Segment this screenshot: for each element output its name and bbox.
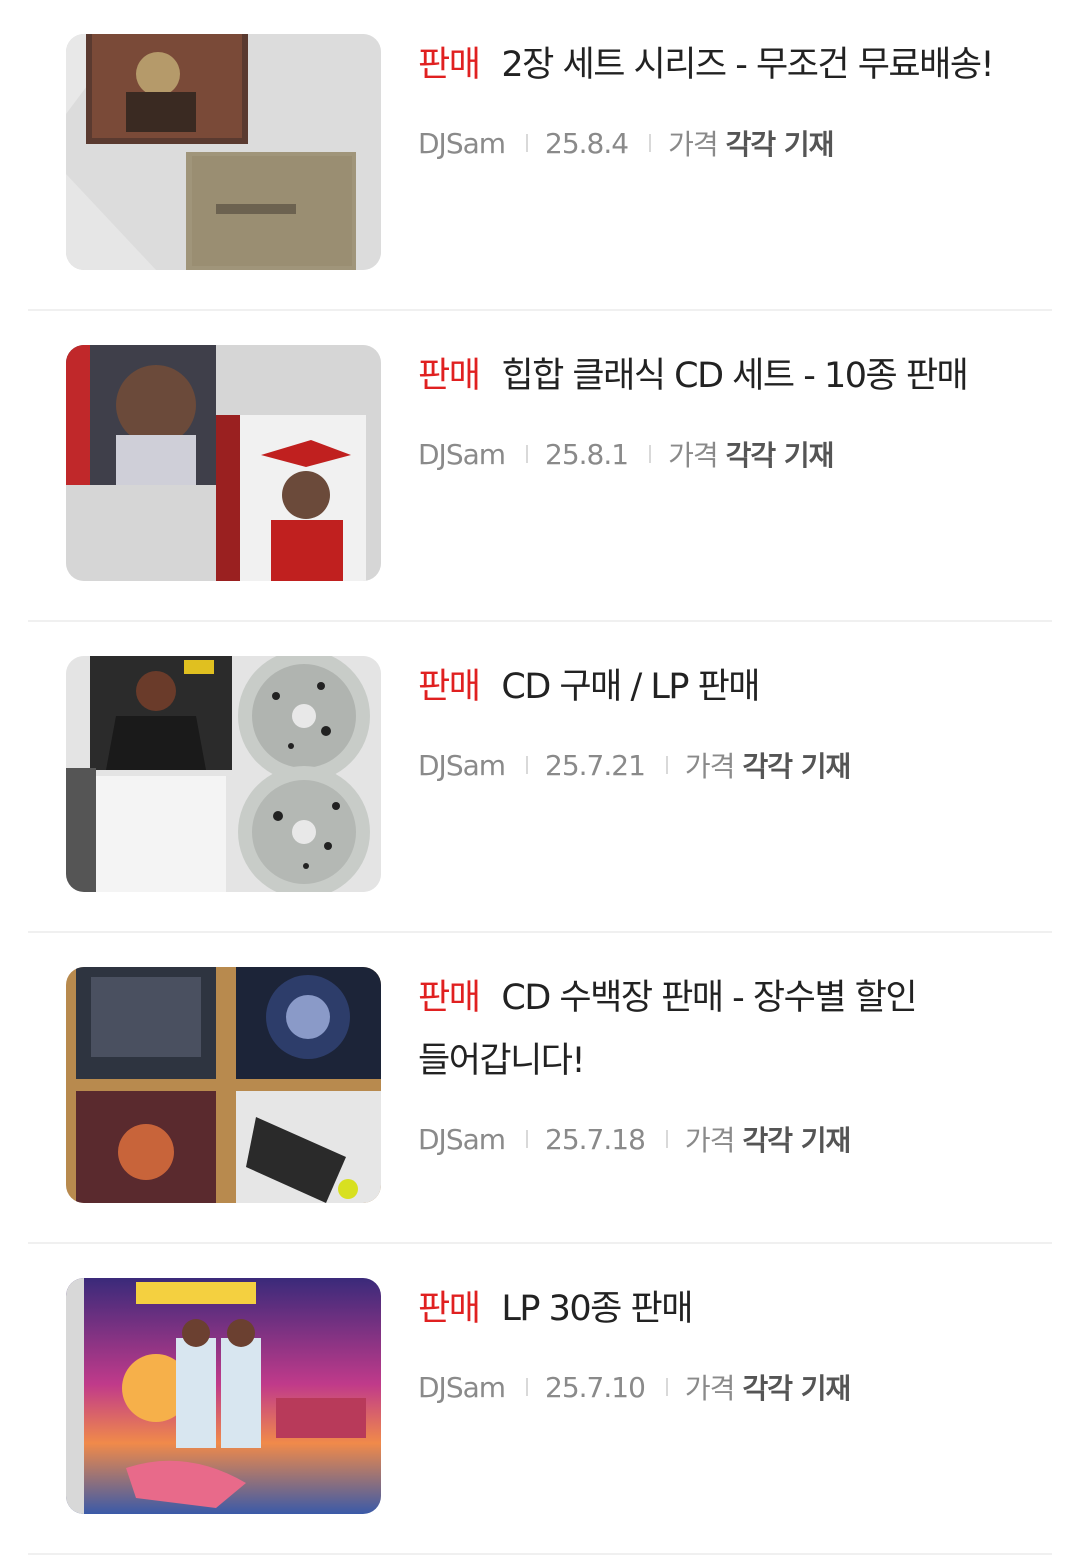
post-meta: DJSam 25.7.10 가격 각각 기재 (418, 1367, 1018, 1407)
meta-divider (665, 1130, 668, 1148)
list-item[interactable]: 판매 CD 구매 / LP 판매 DJSam 25.7.21 가격 각각 기재 (28, 622, 1052, 933)
post-content: 판매 LP 30종 판매 DJSam 25.7.10 가격 각각 기재 (418, 1278, 1018, 1407)
post-title[interactable]: 판매 CD 구매 / LP 판매 (418, 656, 1018, 719)
post-thumbnail[interactable] (66, 345, 381, 581)
meta-divider (665, 756, 668, 774)
meta-divider (526, 1130, 529, 1148)
post-meta: DJSam 25.8.1 가격 각각 기재 (418, 434, 1018, 474)
post-meta: DJSam 25.7.18 가격 각각 기재 (418, 1119, 1018, 1159)
post-author: DJSam (418, 126, 506, 160)
price-label: 가격 (684, 750, 736, 783)
sale-tag: 판매 (418, 667, 481, 707)
price-label: 가격 (668, 128, 719, 161)
post-content: 판매 CD 수백장 판매 - 장수별 할인 들어갑니다! DJSam 25.7.1… (418, 967, 1018, 1159)
price-value: 각각 기재 (742, 750, 851, 783)
price-label: 가격 (668, 439, 719, 472)
post-date: 25.8.4 (545, 126, 629, 160)
meta-divider (526, 1378, 529, 1396)
post-author: DJSam (418, 1370, 506, 1404)
post-date: 25.7.10 (545, 1370, 646, 1404)
post-title[interactable]: 판매 2장 세트 시리즈 - 무조건 무료배송! (418, 34, 1018, 97)
post-date: 25.7.18 (545, 1122, 646, 1156)
post-title[interactable]: 판매 힙합 클래식 CD 세트 - 10종 판매 (418, 345, 1018, 408)
list-item[interactable]: 판매 2장 세트 시리즈 - 무조건 무료배송! DJSam 25.8.4 가격 … (28, 0, 1052, 311)
meta-divider (649, 134, 652, 152)
post-meta: DJSam 25.8.4 가격 각각 기재 (418, 123, 1018, 163)
post-title-text: 힙합 클래식 CD 세트 - 10종 판매 (501, 356, 968, 396)
post-content: 판매 힙합 클래식 CD 세트 - 10종 판매 DJSam 25.8.1 가격 … (418, 345, 1018, 474)
post-thumbnail[interactable] (66, 34, 381, 270)
list-item[interactable]: 판매 LP 30종 판매 DJSam 25.7.10 가격 각각 기재 (28, 1244, 1052, 1555)
post-title[interactable]: 판매 CD 수백장 판매 - 장수별 할인 들어갑니다! (418, 967, 1018, 1093)
list-item[interactable]: 판매 CD 수백장 판매 - 장수별 할인 들어갑니다! DJSam 25.7.1… (28, 933, 1052, 1244)
sale-tag: 판매 (418, 978, 481, 1018)
sale-tag: 판매 (418, 45, 481, 85)
price-label: 가격 (684, 1372, 736, 1405)
post-content: 판매 CD 구매 / LP 판매 DJSam 25.7.21 가격 각각 기재 (418, 656, 1018, 785)
post-thumbnail[interactable] (66, 967, 381, 1203)
post-title-text: CD 수백장 판매 - 장수별 할인 들어갑니다! (418, 978, 918, 1081)
sale-tag: 판매 (418, 1289, 481, 1329)
post-author: DJSam (418, 437, 506, 471)
price-value: 각각 기재 (725, 128, 835, 161)
post-thumbnail[interactable] (66, 656, 381, 892)
post-title-text: CD 구매 / LP 판매 (501, 667, 760, 707)
meta-divider (526, 134, 529, 152)
price-value: 각각 기재 (742, 1372, 851, 1405)
post-list: 판매 2장 세트 시리즈 - 무조건 무료배송! DJSam 25.8.4 가격 … (0, 0, 1080, 1555)
post-title-text: 2장 세트 시리즈 - 무조건 무료배송! (501, 45, 994, 85)
post-author: DJSam (418, 1122, 506, 1156)
meta-divider (526, 756, 529, 774)
post-content: 판매 2장 세트 시리즈 - 무조건 무료배송! DJSam 25.8.4 가격 … (418, 34, 1018, 163)
sale-tag: 판매 (418, 356, 481, 396)
post-thumbnail[interactable] (66, 1278, 381, 1514)
post-title-text: LP 30종 판매 (501, 1289, 693, 1329)
list-item[interactable]: 판매 힙합 클래식 CD 세트 - 10종 판매 DJSam 25.8.1 가격 … (28, 311, 1052, 622)
post-author: DJSam (418, 748, 506, 782)
post-title[interactable]: 판매 LP 30종 판매 (418, 1278, 1018, 1341)
post-date: 25.8.1 (545, 437, 629, 471)
meta-divider (649, 445, 652, 463)
price-value: 각각 기재 (725, 439, 835, 472)
meta-divider (526, 445, 529, 463)
post-date: 25.7.21 (545, 748, 646, 782)
post-meta: DJSam 25.7.21 가격 각각 기재 (418, 745, 1018, 785)
meta-divider (665, 1378, 668, 1396)
price-value: 각각 기재 (742, 1124, 851, 1157)
price-label: 가격 (684, 1124, 736, 1157)
